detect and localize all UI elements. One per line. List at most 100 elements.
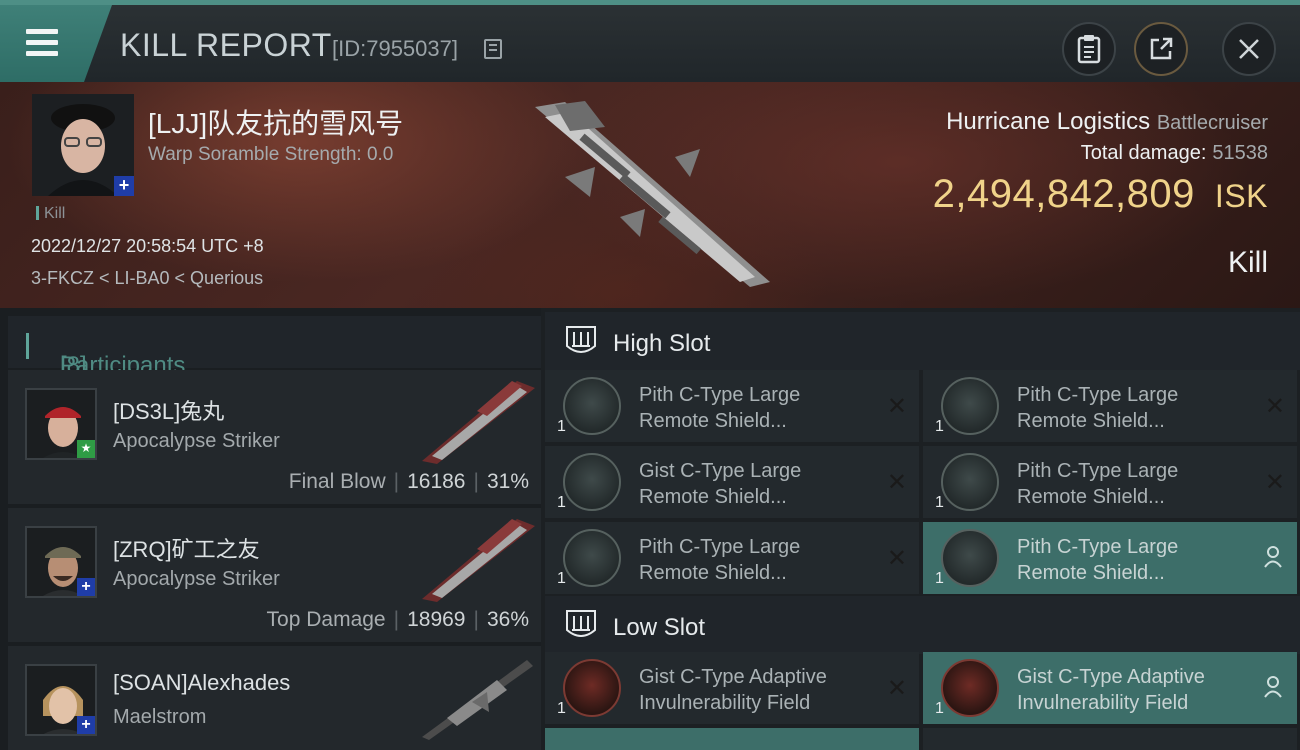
module-item[interactable]: 1 Pith C-Type Large Remote Shield... ✕: [545, 370, 919, 442]
participant-card[interactable]: + [SOAN]Alexhades Maelstrom: [8, 646, 541, 750]
module-name-line2: Remote Shield...: [1017, 410, 1165, 432]
module-item[interactable]: 1 Gist C-Type Adaptive Invulnerability Fi…: [545, 652, 919, 724]
module-name-line1: Pith C-Type Large: [639, 536, 801, 558]
participant-name[interactable]: [DS3L]兔丸: [113, 394, 224, 426]
kill-datetime: 2022/12/27 20:58:54 UTC +8: [31, 236, 264, 256]
high-slot-title: High Slot: [613, 330, 711, 357]
participant-percent: 36%: [486, 608, 529, 631]
shield-module-icon: [941, 529, 999, 587]
destroyed-icon: ✕: [886, 545, 907, 572]
close-button[interactable]: [1222, 22, 1276, 76]
module-name-line1: Pith C-Type Large: [1017, 536, 1179, 558]
module-name-line1: Gist C-Type Large: [639, 460, 802, 482]
participants-header[interactable]: Participants [8]: [8, 316, 541, 379]
participant-avatar[interactable]: +: [25, 664, 97, 736]
copy-icon[interactable]: [484, 39, 502, 59]
module-name-line1: Gist C-Type Adaptive: [639, 666, 827, 688]
participant-ship: Apocalypse Striker: [113, 430, 280, 452]
victim-ship-image[interactable]: [525, 97, 780, 297]
low-slot-header: Low Slot: [545, 596, 1300, 654]
module-item-selected[interactable]: 1 Pith C-Type Large Remote Shield...: [923, 522, 1297, 594]
participant-percent: 31%: [486, 470, 529, 493]
isk-value-row: 2,494,842,809 ISK: [933, 172, 1268, 217]
close-icon: [1239, 39, 1259, 59]
participant-avatar[interactable]: ★: [25, 388, 97, 460]
module-name-line2: Remote Shield...: [1017, 486, 1165, 508]
invulnerability-field-icon: [941, 659, 999, 717]
high-slot-icon: [566, 326, 596, 353]
module-item-partial[interactable]: [923, 728, 1297, 750]
module-quantity: 1: [557, 570, 566, 587]
module-item[interactable]: 1 Gist C-Type Large Remote Shield... ✕: [545, 446, 919, 518]
clipboard-button[interactable]: [1062, 22, 1116, 76]
victim-ship-name[interactable]: Hurricane Logistics: [946, 108, 1150, 135]
participant-ship: Apocalypse Striker: [113, 568, 280, 590]
kill-location[interactable]: 3-FKCZ < LI-BA0 < Querious: [31, 268, 263, 289]
total-damage: Total damage: 51538: [1081, 142, 1268, 165]
participant-avatar[interactable]: +: [25, 526, 97, 598]
destroyed-icon: ✕: [886, 393, 907, 420]
star-badge-icon: ★: [77, 440, 95, 458]
module-name-line1: Gist C-Type Adaptive: [1017, 666, 1205, 688]
module-name-line1: Pith C-Type Large: [1017, 460, 1179, 482]
plus-badge-icon: +: [77, 578, 95, 596]
isk-unit: ISK: [1214, 178, 1268, 214]
victim-ship-class: Battlecruiser: [1156, 112, 1268, 134]
destroyed-icon: ✕: [886, 675, 907, 702]
module-item[interactable]: 1 Pith C-Type Large Remote Shield... ✕: [545, 522, 919, 594]
victim-name[interactable]: [LJJ]队友抗的雪风号: [148, 102, 403, 142]
module-name-line2: Invulnerability Field: [639, 692, 811, 714]
total-damage-label: Total damage:: [1080, 142, 1207, 164]
kill-id: [ID:7955037]: [332, 36, 458, 61]
total-damage-value: 51538: [1212, 142, 1268, 164]
participant-stats: Final Blow | 16186 | 31%: [288, 470, 529, 493]
participant-ship-image: [422, 519, 535, 602]
participant-name[interactable]: [SOAN]Alexhades: [113, 670, 290, 696]
victim-avatar[interactable]: +: [32, 94, 134, 196]
person-icon: [1264, 676, 1282, 698]
module-item[interactable]: 1 Pith C-Type Large Remote Shield... ✕: [923, 446, 1297, 518]
module-name-line1: Pith C-Type Large: [1017, 384, 1179, 406]
module-quantity: 1: [935, 700, 944, 717]
module-item[interactable]: 1 Pith C-Type Large Remote Shield... ✕: [923, 370, 1297, 442]
module-name-line2: Remote Shield...: [639, 486, 787, 508]
plus-badge-icon: +: [114, 176, 134, 196]
clipboard-icon: [1077, 35, 1101, 64]
invulnerability-field-icon: [563, 659, 621, 717]
module-quantity: 1: [557, 418, 566, 435]
module-item-selected[interactable]: 1 Gist C-Type Adaptive Invulnerability Fi…: [923, 652, 1297, 724]
isk-value: 2,494,842,809: [932, 172, 1195, 216]
shield-module-icon: [563, 529, 621, 587]
participant-card[interactable]: ★ [DS3L]兔丸 Apocalypse Striker Final Blow…: [8, 370, 541, 504]
module-name-line2: Remote Shield...: [639, 562, 787, 584]
module-quantity: 1: [935, 494, 944, 511]
low-slot-title: Low Slot: [613, 614, 706, 641]
kill-tag: Kill: [36, 205, 65, 223]
low-slot-icon: [566, 610, 596, 637]
shield-module-icon: [941, 377, 999, 435]
warp-scramble-strength: Warp Soramble Strength: 0.0: [148, 144, 394, 165]
module-item-partial[interactable]: [545, 728, 919, 750]
shield-module-icon: [563, 377, 621, 435]
high-slot-header: High Slot: [545, 312, 1300, 370]
share-button[interactable]: [1134, 22, 1188, 76]
fittings-panel: High Slot 1 Pith C-Type Large Remote Shie…: [541, 308, 1300, 750]
destroyed-icon: ✕: [886, 469, 907, 496]
participant-role: Final Blow: [288, 470, 386, 493]
participant-ship: Maelstrom: [113, 706, 207, 728]
participant-card[interactable]: + [ZRQ]矿工之友 Apocalypse Striker Top Damag…: [8, 508, 541, 642]
module-quantity: 1: [557, 700, 566, 717]
shield-module-icon: [563, 453, 621, 511]
share-icon: [1150, 37, 1173, 60]
top-bar: KILL REPORT [ID:7955037]: [0, 0, 1300, 82]
participant-ship-image: [422, 660, 533, 740]
participant-name[interactable]: [ZRQ]矿工之友: [113, 532, 260, 564]
victim-ship: Hurricane Logistics Battlecruiser: [946, 108, 1268, 136]
participant-stats: Top Damage | 18969 | 36%: [266, 608, 529, 631]
participants-panel: Participants [8] ★ [DS3L]兔丸 Apocalypse S…: [0, 308, 541, 750]
shield-module-icon: [941, 453, 999, 511]
person-icon: [1264, 546, 1282, 568]
page-title: KILL REPORT: [120, 27, 332, 63]
menu-icon[interactable]: [22, 25, 62, 61]
participant-damage: 18969: [407, 608, 466, 631]
